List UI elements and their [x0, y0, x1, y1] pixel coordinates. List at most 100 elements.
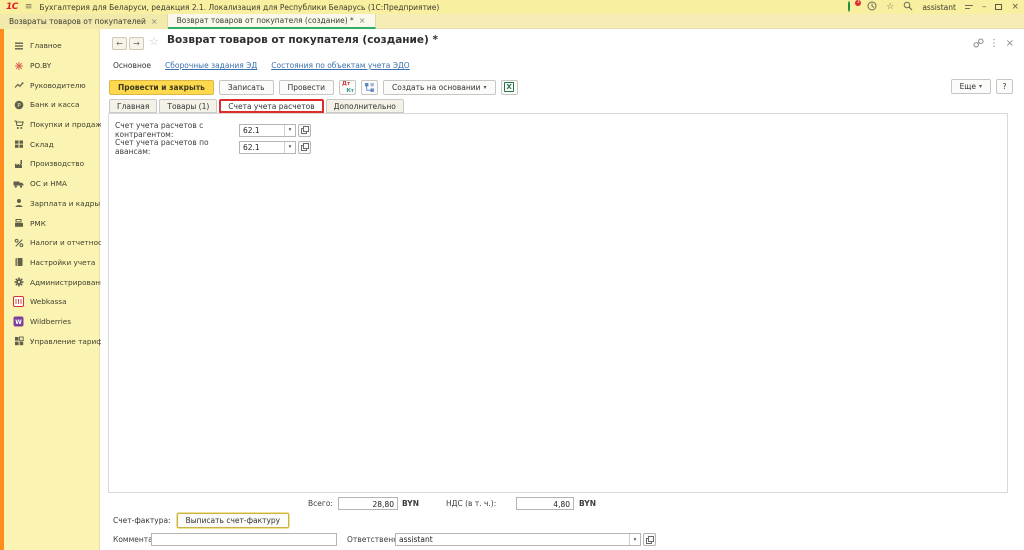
window-tab-returns-list[interactable]: Возвраты товаров от покупателей ×	[0, 14, 168, 29]
sidebar-item-main[interactable]: Главное	[4, 36, 99, 56]
tab-additional[interactable]: Дополнительно	[326, 99, 404, 113]
sidebar-item-label: Склад	[30, 140, 54, 149]
nav-link-edo-states[interactable]: Состояния по объектам учета ЭДО	[271, 61, 409, 70]
tab-goods[interactable]: Товары (1)	[159, 99, 217, 113]
export-excel-button[interactable]: X	[501, 80, 518, 95]
asterisk-icon	[13, 60, 24, 71]
post-button[interactable]: Провести	[279, 80, 334, 95]
show-postings-button[interactable]: ДтКт	[339, 80, 356, 95]
sidebar-item-webkassa[interactable]: Webkassa	[4, 292, 99, 312]
person-icon	[13, 198, 24, 209]
tab-settlement-accounts[interactable]: Счета учета расчетов	[219, 99, 323, 113]
help-button[interactable]: ?	[996, 79, 1013, 94]
open-account-button[interactable]	[298, 141, 311, 154]
total-value: 28,80	[338, 497, 398, 510]
form-close-icon[interactable]: ×	[1006, 38, 1014, 49]
save-button[interactable]: Записать	[219, 80, 274, 95]
tab-close-icon[interactable]: ×	[359, 16, 366, 25]
sidebar-item-accounting-settings[interactable]: Настройки учета	[4, 253, 99, 273]
app-title: Бухгалтерия для Беларуси, редакция 2.1. …	[39, 3, 439, 12]
current-user[interactable]: assistant	[922, 3, 956, 12]
sidebar-item-label: РМК	[30, 219, 46, 228]
excel-icon: X	[504, 82, 514, 92]
nav-link-assembly-tasks[interactable]: Сборочные задания ЭД	[165, 61, 257, 70]
window-tab-return-new[interactable]: Возврат товаров от покупателя (создание)…	[168, 14, 376, 29]
maximize-icon[interactable]	[995, 4, 1002, 10]
sidebar-item-poby[interactable]: PO.BY	[4, 56, 99, 76]
dropdown-icon[interactable]: ▾	[629, 534, 640, 545]
sidebar-item-label: Администрирование	[30, 278, 109, 287]
issue-invoice-button[interactable]: Выписать счет-фактуру	[177, 513, 290, 528]
sidebar-item-purchases-sales[interactable]: Покупки и продажи	[4, 115, 99, 135]
service-menu-icon[interactable]	[965, 5, 973, 9]
more-button[interactable]: Еще▾	[951, 79, 991, 94]
dropdown-icon[interactable]: ▾	[284, 125, 295, 136]
dtkt-icon: ДтКт	[342, 82, 353, 93]
window-tab-label: Возврат товаров от покупателя (создание)…	[177, 16, 354, 25]
sidebar-item-payroll-hr[interactable]: Зарплата и кадры	[4, 194, 99, 214]
tab-panel: Счет учета расчетов с контрагентом: 62.1…	[108, 113, 1008, 493]
main-menu-icon[interactable]: ≡	[25, 2, 33, 12]
notifications-icon	[848, 1, 850, 12]
sidebar-item-wildberries[interactable]: W Wildberries	[4, 312, 99, 332]
sidebar-item-administration[interactable]: Администрирование	[4, 272, 99, 292]
responsible-field[interactable]: assistant ▾	[395, 533, 641, 546]
open-icon	[301, 143, 309, 151]
counterparty-account-field[interactable]: 62.1 ▾	[239, 124, 296, 137]
window-close-button[interactable]: ×	[1011, 2, 1019, 12]
get-link-button[interactable]	[973, 38, 984, 50]
create-based-on-button[interactable]: Создать на основании▾	[383, 80, 496, 95]
window-tab-label: Возвраты товаров от покупателей	[9, 17, 146, 26]
form-toolbar: Провести и закрыть Записать Провести ДтК…	[109, 79, 518, 95]
favorite-star-icon[interactable]: ☆	[149, 35, 159, 48]
trend-chart-icon	[13, 80, 24, 91]
open-responsible-button[interactable]	[643, 533, 656, 546]
open-icon	[301, 126, 309, 134]
truck-icon	[13, 178, 24, 189]
sidebar-item-label: Webkassa	[30, 297, 67, 306]
sidebar-item-bank-cash[interactable]: P Банк и касса	[4, 95, 99, 115]
page-title: Возврат товаров от покупателя (создание)…	[167, 34, 438, 46]
forward-button[interactable]: →	[129, 37, 144, 50]
nav-link-main[interactable]: Основное	[113, 61, 151, 70]
sidebar-item-label: Руководителю	[30, 81, 86, 90]
open-account-button[interactable]	[298, 124, 311, 137]
back-button[interactable]: ←	[112, 37, 127, 50]
menu-lines-icon	[13, 40, 24, 51]
sidebar-item-tariff[interactable]: Управление тарифом	[4, 331, 99, 351]
sidebar-item-label: Wildberries	[30, 317, 71, 326]
search-button[interactable]	[903, 1, 913, 13]
sidebar-item-label: Главное	[30, 41, 62, 50]
minimize-button[interactable]: –	[982, 2, 987, 12]
history-button[interactable]	[867, 1, 877, 13]
toolbar-right: Еще▾ ?	[951, 79, 1013, 94]
sidebar-item-manager[interactable]: Руководителю	[4, 75, 99, 95]
related-documents-button[interactable]	[361, 80, 378, 95]
field-label: Счет учета расчетов по авансам:	[115, 138, 239, 156]
comment-input[interactable]	[151, 533, 337, 546]
total-currency: BYN	[402, 499, 419, 508]
tab-close-icon[interactable]: ×	[151, 17, 158, 26]
sidebar-item-production[interactable]: Производство	[4, 154, 99, 174]
sidebar-item-label: Зарплата и кадры	[30, 199, 100, 208]
favorites-button[interactable]: ☆	[886, 2, 894, 12]
post-and-close-button[interactable]: Провести и закрыть	[109, 80, 214, 95]
squares-icon	[13, 336, 24, 347]
sidebar-item-warehouse[interactable]: Склад	[4, 134, 99, 154]
total-label: Всего:	[308, 499, 333, 508]
tab-main[interactable]: Главная	[109, 99, 157, 113]
sidebar-item-label: Настройки учета	[30, 258, 95, 267]
open-icon	[646, 536, 654, 544]
sidebar-item-label: PO.BY	[30, 61, 51, 70]
link-icon	[973, 38, 984, 48]
invoice-row: Счет-фактура: Выписать счет-фактуру	[113, 513, 289, 528]
sidebar-item-fixed-assets[interactable]: ОС и НМА	[4, 174, 99, 194]
sidebar-item-label: Налоги и отчетность	[30, 238, 111, 247]
more-menu-icon[interactable]: ⋮	[989, 38, 999, 49]
dropdown-icon[interactable]: ▾	[284, 142, 295, 153]
advances-account-field[interactable]: 62.1 ▾	[239, 141, 296, 154]
notifications-button[interactable]: 1	[848, 2, 858, 12]
sidebar-item-rmk[interactable]: РМК	[4, 213, 99, 233]
sidebar-item-taxes[interactable]: Налоги и отчетность	[4, 233, 99, 253]
1c-logo: 1С	[6, 2, 18, 12]
